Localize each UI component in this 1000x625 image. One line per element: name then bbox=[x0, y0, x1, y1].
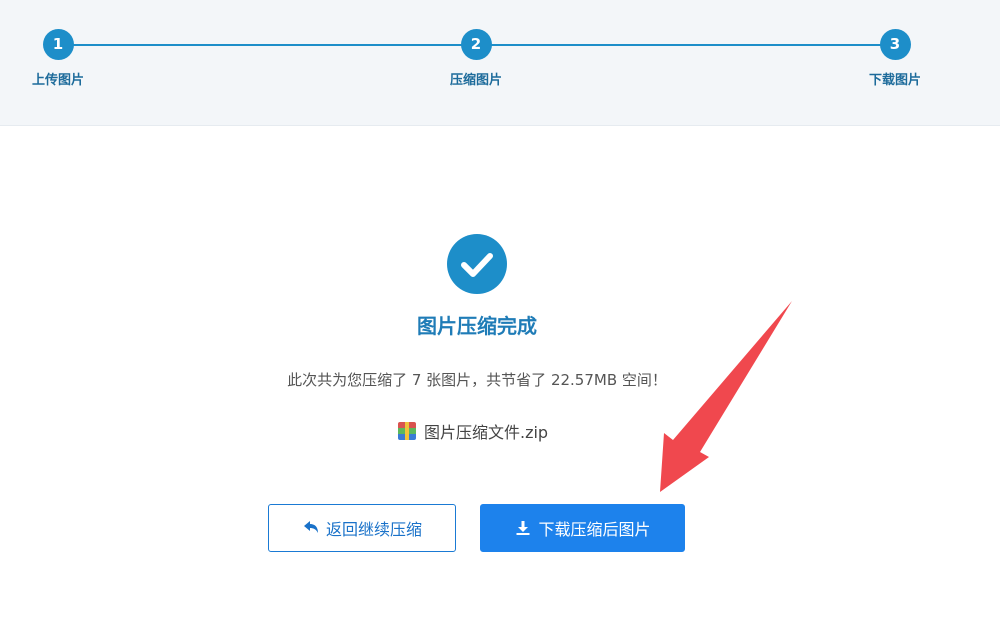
result-title: 图片压缩完成 bbox=[417, 314, 537, 338]
step-label: 上传图片 bbox=[31, 73, 84, 88]
step-upload: 1 上传图片 bbox=[18, 29, 98, 88]
zip-file-name: 图片压缩文件.zip bbox=[424, 423, 549, 442]
zip-archive-icon bbox=[398, 422, 416, 440]
step-connector bbox=[476, 44, 895, 46]
step-compress: 2 压缩图片 bbox=[436, 29, 516, 88]
step-connector bbox=[58, 44, 476, 46]
step-download: 3 下载图片 bbox=[855, 29, 935, 88]
check-circle-icon bbox=[447, 234, 507, 294]
download-button-label: 下载压缩后图片 bbox=[538, 520, 651, 539]
step-number: 1 bbox=[42, 29, 74, 60]
zip-file-link[interactable]: 图片压缩文件.zip bbox=[398, 419, 548, 443]
download-button[interactable]: 下载压缩后图片 bbox=[480, 504, 685, 552]
step-number: 3 bbox=[879, 29, 911, 60]
undo-arrow-icon bbox=[302, 519, 320, 537]
back-button-label: 返回继续压缩 bbox=[325, 520, 422, 539]
progress-stepper: 1 上传图片 2 压缩图片 3 下载图片 bbox=[0, 0, 1000, 126]
step-label: 压缩图片 bbox=[449, 73, 502, 88]
step-number: 2 bbox=[460, 29, 492, 60]
back-continue-button[interactable]: 返回继续压缩 bbox=[268, 504, 456, 552]
step-label: 下载图片 bbox=[868, 73, 921, 88]
compression-summary: 此次共为您压缩了 7 张图片，共节省了 22.57MB 空间！ bbox=[287, 371, 667, 389]
download-icon bbox=[514, 519, 532, 537]
